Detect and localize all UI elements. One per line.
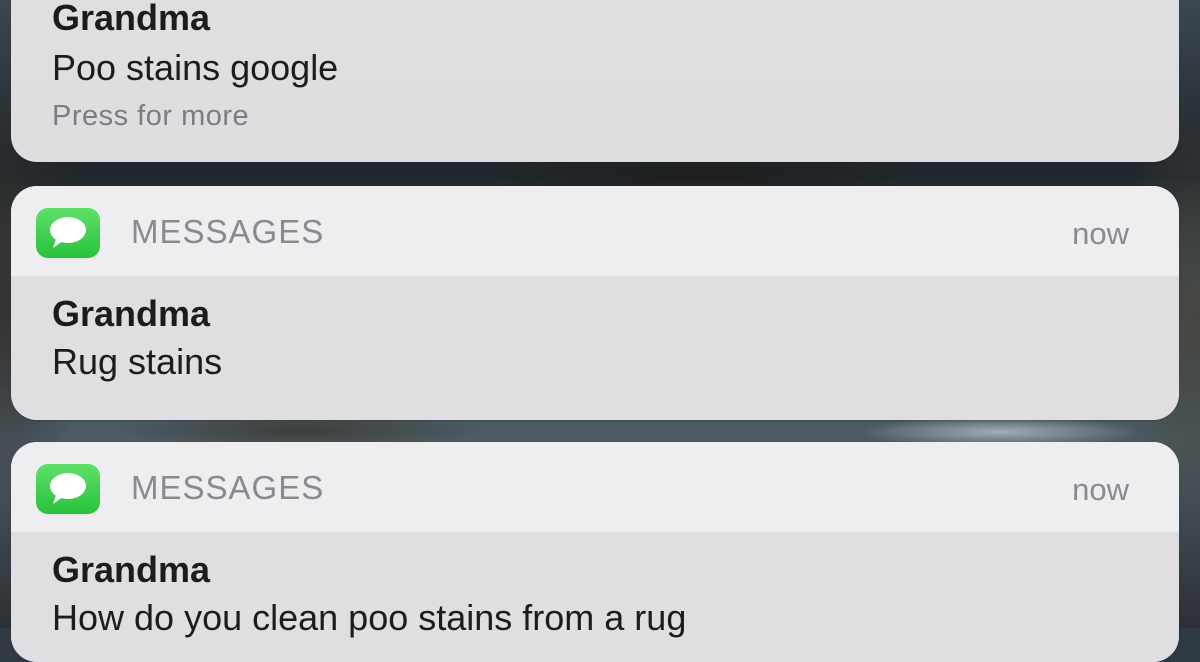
messages-icon <box>36 464 100 514</box>
messages-icon <box>36 208 100 258</box>
notification-card[interactable]: MESSAGES now Grandma How do you clean po… <box>11 442 1179 662</box>
notification-message: How do you clean poo stains from a rug <box>52 597 687 638</box>
press-for-more-hint: Press for more <box>52 100 250 132</box>
notification-header: MESSAGES now <box>11 442 1179 532</box>
notification-time: now <box>1072 472 1129 507</box>
notification-card[interactable]: MESSAGES now Grandma Rug stains <box>11 186 1179 420</box>
notification-body: Grandma How do you clean poo stains from… <box>11 532 1179 662</box>
notification-body: Grandma Rug stains <box>11 276 1179 420</box>
notification-message: Rug stains <box>52 341 223 382</box>
notification-sender: Grandma <box>52 0 211 38</box>
notification-sender: Grandma <box>52 293 211 334</box>
notification-message: Poo stains google <box>52 47 339 88</box>
notification-card[interactable]: Grandma Poo stains google Press for more <box>11 0 1179 162</box>
notification-sender: Grandma <box>52 549 211 590</box>
notification-time: now <box>1072 216 1129 251</box>
app-name: MESSAGES <box>131 469 325 506</box>
notification-header: MESSAGES now <box>11 186 1179 276</box>
app-name: MESSAGES <box>131 213 325 250</box>
